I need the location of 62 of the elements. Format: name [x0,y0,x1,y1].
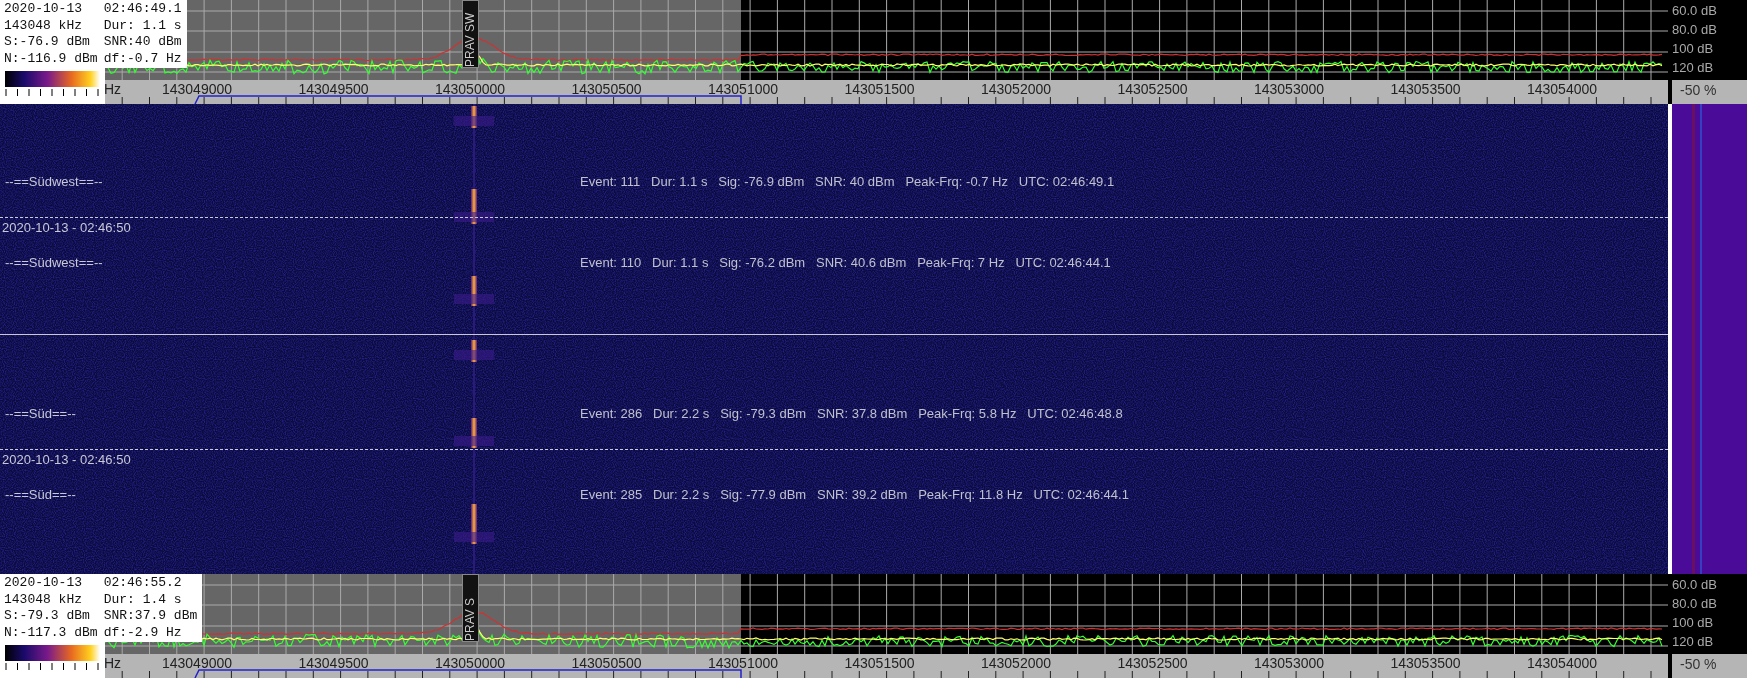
frequency-tick-label: 143050000 [434,81,506,97]
noise-level-label: N:-117.3 dBm [4,624,98,641]
time-label: 02:46:49.1 [103,1,182,18]
db-scale-label: 60.0 dB [1671,577,1718,592]
frequency-tick-label: 143053000 [1253,655,1325,671]
frequency-tick-label: 143051500 [844,81,915,97]
frequency-unit-label: Hz [104,655,122,671]
frequency-offset-label: df:-0.7 Hz [103,50,182,67]
station-label: --==Süd==-- [5,405,76,421]
frequency-tick-label: 143052000 [980,81,1052,97]
date-label: 2020-10-13 [4,575,83,592]
frequency-tick-label: 143049500 [298,655,369,671]
percent-scale-label: -50 % [1672,654,1747,678]
station-marker-label: PRAV SW [462,0,479,68]
frequency-tick-label: 143052500 [1117,81,1188,97]
frequency-tick-label: 143051000 [707,81,779,97]
percent-scale-label: -50 % [1672,80,1747,104]
db-scale-label: 80.0 dB [1671,22,1718,37]
station-label: --==Südwest==-- [5,173,103,189]
station-marker-label: PRAV S [462,574,479,642]
duration-label: Dur: 1.1 s [103,17,182,34]
frequency-tick-label: 143052500 [1117,655,1188,671]
db-scale-label: 120 dB [1671,61,1715,76]
frequency-unit-label: Hz [104,81,122,97]
frequency-tick-label: 143053500 [1390,81,1461,97]
db-scale-label: 120 dB [1671,635,1715,650]
noise-level-label: N:-116.9 dBm [4,50,98,67]
signal-level-label: S:-76.9 dBm [4,34,91,51]
frequency-tick-label: 143054000 [1526,655,1598,671]
frequency-tick-label: 143050500 [571,655,642,671]
frequency-tick-label: 143049000 [161,655,233,671]
frequency-offset-label: df:-2.9 Hz [103,624,183,641]
station-label: --==Südwest==-- [5,254,103,270]
snr-label: SNR:37.9 dBm [103,608,198,625]
station-label: --==Süd==-- [5,486,76,502]
frequency-tick-label: 143053500 [1390,655,1461,671]
date-label: 2020-10-13 [4,1,83,18]
frequency-label: 143048 kHz [4,591,83,608]
frequency-tick-label: 143049500 [298,81,369,97]
timestamp-label: 2020-10-13 - 02:46:50 [2,452,131,467]
frequency-tick-label: 143049000 [161,81,233,97]
db-scale-label: 60.0 dB [1671,3,1718,18]
event-details-text: Event: 111 Dur: 1.1 s Sig: -76.9 dBm SNR: 40 dBm Peak-Frq: -0.7 Hz UTC: 02:46:49.1 [580,173,1115,189]
frequency-tick-label: 143050500 [571,81,642,97]
db-scale-label: 100 dB [1671,42,1715,57]
signal-level-label: S:-79.3 dBm [4,608,91,625]
time-label: 02:46:55.2 [103,575,183,592]
snr-label: SNR:40 dBm [103,34,182,51]
frequency-tick-label: 143051500 [844,655,915,671]
duration-label: Dur: 1.4 s [103,591,183,608]
frequency-tick-label: 143050000 [434,655,506,671]
event-details-text: Event: 286 Dur: 2.2 s Sig: -79.3 dBm SNR: 37.8 dBm Peak-Frq: 5.8 Hz UTC: 02:46:48.8 [580,405,1123,421]
timestamp-label: 2020-10-13 - 02:46:50 [2,220,131,235]
frequency-tick-label: 143052000 [980,655,1052,671]
frequency-tick-label: 143051000 [707,655,779,671]
frequency-label: 143048 kHz [4,17,83,34]
frequency-tick-label: 143053000 [1253,81,1325,97]
db-scale-label: 80.0 dB [1671,596,1718,611]
db-scale-label: 100 dB [1671,616,1715,631]
frequency-tick-label: 143054000 [1526,81,1598,97]
event-details-text: Event: 285 Dur: 2.2 s Sig: -77.9 dBm SNR: 39.2 dBm Peak-Frq: 11.8 Hz UTC: 02:46:44.1 [580,486,1129,502]
event-details-text: Event: 110 Dur: 1.1 s Sig: -76.2 dBm SNR: 40.6 dBm Peak-Frq: 7 Hz UTC: 02:46:44.1 [580,254,1111,270]
